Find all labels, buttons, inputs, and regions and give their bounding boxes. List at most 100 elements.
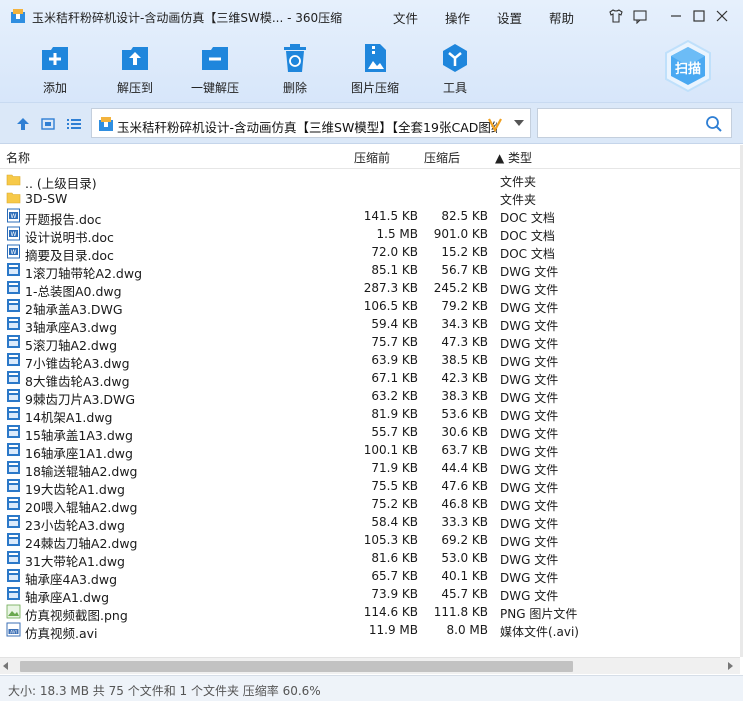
png-file-icon bbox=[6, 604, 21, 619]
file-row[interactable]: 5滚刀轴A2.dwg 75.7 KB 47.3 KB DWG 文件 bbox=[0, 333, 740, 353]
svg-text:W: W bbox=[11, 213, 17, 220]
favorite-icon[interactable] bbox=[487, 116, 503, 132]
title-bar[interactable]: 玉米秸秆粉碎机设计-含动画仿真【三维SW模... - 360压缩 文件 操作 设… bbox=[0, 0, 743, 32]
file-row[interactable]: 2轴承盖A3.DWG 106.5 KB 79.2 KB DWG 文件 bbox=[0, 297, 740, 317]
dwg-file-icon bbox=[6, 316, 21, 331]
maximize-button[interactable] bbox=[689, 6, 709, 26]
file-type: DWG 文件 bbox=[500, 589, 559, 603]
file-type: 文件夹 bbox=[500, 175, 537, 189]
scroll-right-arrow-icon[interactable] bbox=[728, 662, 733, 670]
folder-icon bbox=[6, 172, 21, 187]
file-packed-size: 40.1 KB bbox=[441, 569, 488, 583]
delete-button[interactable]: 删除 bbox=[257, 40, 333, 96]
file-row[interactable]: 15轴承盖1A3.dwg 55.7 KB 30.6 KB DWG 文件 bbox=[0, 423, 740, 443]
minimize-button[interactable] bbox=[666, 6, 686, 26]
dwg-file-icon bbox=[6, 370, 21, 385]
file-row[interactable]: 轴承座A1.dwg 73.9 KB 45.7 KB DWG 文件 bbox=[0, 585, 740, 605]
dwg-file-icon bbox=[6, 460, 21, 475]
svg-text:AVI: AVI bbox=[10, 629, 17, 634]
file-row[interactable]: 18输送辊轴A2.dwg 71.9 KB 44.4 KB DWG 文件 bbox=[0, 459, 740, 479]
file-row[interactable]: W 设计说明书.doc 1.5 MB 901.0 KB DOC 文档 bbox=[0, 225, 740, 245]
column-size-header[interactable]: 压缩前 bbox=[354, 149, 390, 166]
dwg-file-icon bbox=[6, 262, 21, 277]
dwg-file-icon bbox=[6, 280, 21, 295]
menu-file[interactable]: 文件 bbox=[393, 8, 418, 27]
menu-operate[interactable]: 操作 bbox=[445, 8, 470, 27]
extract-to-icon bbox=[122, 47, 148, 70]
file-type: 文件夹 bbox=[500, 193, 537, 207]
close-button[interactable] bbox=[712, 6, 732, 26]
image-compress-label: 图片压缩 bbox=[350, 81, 399, 95]
file-row[interactable]: 16轴承座1A1.dwg 100.1 KB 63.7 KB DWG 文件 bbox=[0, 441, 740, 461]
file-row[interactable]: 9棘齿刀片A3.DWG 63.2 KB 38.3 KB DWG 文件 bbox=[0, 387, 740, 407]
file-row[interactable]: 3轴承座A3.dwg 59.4 KB 34.3 KB DWG 文件 bbox=[0, 315, 740, 335]
tools-icon bbox=[443, 44, 467, 72]
dwg-file-icon bbox=[6, 514, 21, 529]
file-packed-size: 111.8 KB bbox=[433, 605, 488, 619]
archive-icon bbox=[99, 117, 113, 131]
file-row[interactable]: W 摘要及目录.doc 72.0 KB 15.2 KB DOC 文档 bbox=[0, 243, 740, 263]
column-type-header[interactable]: ▲ 类型 bbox=[495, 149, 532, 166]
path-input[interactable]: 玉米秸秆粉碎机设计-含动画仿真【三维SW模型】【全套19张CAD图纸】 bbox=[91, 108, 531, 138]
file-row[interactable]: 31大带轮A1.dwg 81.6 KB 53.0 KB DWG 文件 bbox=[0, 549, 740, 569]
file-packed-size: 42.3 KB bbox=[441, 371, 488, 385]
minimize-icon bbox=[671, 15, 681, 17]
search-icon[interactable] bbox=[705, 115, 723, 133]
file-type: 媒体文件(.avi) bbox=[500, 625, 579, 639]
file-type: DWG 文件 bbox=[500, 409, 559, 423]
thumbnail-view-icon[interactable] bbox=[40, 116, 56, 132]
scan-label: 扫描 bbox=[674, 62, 701, 77]
menu-help[interactable]: 帮助 bbox=[549, 8, 574, 27]
column-name-header[interactable]: 名称 bbox=[6, 149, 30, 166]
file-type: DWG 文件 bbox=[500, 319, 559, 333]
list-header: 名称 压缩前 压缩后 ▲ 类型 bbox=[0, 145, 740, 169]
file-type: DWG 文件 bbox=[500, 463, 559, 477]
scroll-left-arrow-icon[interactable] bbox=[3, 662, 8, 670]
dwg-file-icon bbox=[6, 496, 21, 511]
close-icon bbox=[716, 10, 728, 22]
file-packed-size: 63.7 KB bbox=[441, 443, 488, 457]
file-row[interactable]: 23小齿轮A3.dwg 58.4 KB 33.3 KB DWG 文件 bbox=[0, 513, 740, 533]
column-packed-header[interactable]: 压缩后 bbox=[424, 149, 460, 166]
file-row[interactable]: 20喂入辊轴A2.dwg 75.2 KB 46.8 KB DWG 文件 bbox=[0, 495, 740, 515]
chevron-down-icon[interactable] bbox=[513, 118, 525, 128]
up-arrow-icon[interactable] bbox=[15, 116, 31, 132]
file-packed-size: 38.3 KB bbox=[441, 389, 488, 403]
file-row[interactable]: 1滚刀轴带轮A2.dwg 85.1 KB 56.7 KB DWG 文件 bbox=[0, 261, 740, 281]
path-text: 玉米秸秆粉碎机设计-含动画仿真【三维SW模型】【全套19张CAD图纸】 bbox=[117, 120, 497, 135]
list-view-icon[interactable] bbox=[66, 116, 82, 132]
file-row[interactable]: 14机架A1.dwg 81.9 KB 53.6 KB DWG 文件 bbox=[0, 405, 740, 425]
file-row[interactable]: 24棘齿刀轴A2.dwg 105.3 KB 69.2 KB DWG 文件 bbox=[0, 531, 740, 551]
address-bar: 玉米秸秆粉碎机设计-含动画仿真【三维SW模型】【全套19张CAD图纸】 bbox=[0, 102, 743, 144]
file-packed-size: 44.4 KB bbox=[441, 461, 488, 475]
menu-settings[interactable]: 设置 bbox=[497, 8, 522, 27]
dwg-file-icon bbox=[6, 406, 21, 421]
image-compress-button[interactable]: 图片压缩 bbox=[337, 40, 413, 96]
file-row[interactable]: AVI 仿真视频.avi 11.9 MB 8.0 MB 媒体文件(.avi) bbox=[0, 621, 740, 641]
skin-button[interactable] bbox=[606, 6, 626, 26]
add-button[interactable]: 添加 bbox=[17, 40, 93, 96]
file-row[interactable]: 仿真视频截图.png 114.6 KB 111.8 KB PNG 图片文件 bbox=[0, 603, 740, 623]
scrollbar-thumb[interactable] bbox=[20, 661, 573, 672]
file-packed-size: 53.6 KB bbox=[441, 407, 488, 421]
search-input[interactable] bbox=[537, 108, 732, 138]
feedback-button[interactable] bbox=[630, 6, 650, 26]
file-row[interactable]: W 开题报告.doc 141.5 KB 82.5 KB DOC 文档 bbox=[0, 207, 740, 227]
file-row[interactable]: 8大锥齿轮A3.dwg 67.1 KB 42.3 KB DWG 文件 bbox=[0, 369, 740, 389]
file-row[interactable]: 轴承座4A3.dwg 65.7 KB 40.1 KB DWG 文件 bbox=[0, 567, 740, 587]
svg-text:W: W bbox=[11, 231, 17, 238]
file-packed-size: 56.7 KB bbox=[441, 263, 488, 277]
file-packed-size: 79.2 KB bbox=[441, 299, 488, 313]
scan-button[interactable]: 扫描 bbox=[660, 38, 716, 94]
dwg-file-icon bbox=[6, 334, 21, 349]
extract-to-button[interactable]: 解压到 bbox=[97, 40, 173, 96]
file-row[interactable]: 3D-SW 文件夹 bbox=[0, 189, 740, 207]
file-row[interactable]: 19大齿轮A1.dwg 75.5 KB 47.6 KB DWG 文件 bbox=[0, 477, 740, 497]
one-click-extract-button[interactable]: 一键解压 bbox=[177, 40, 253, 96]
horizontal-scrollbar[interactable] bbox=[0, 657, 740, 674]
tools-button[interactable]: 工具 bbox=[417, 40, 493, 96]
file-row[interactable]: 7小锥齿轮A3.dwg 63.9 KB 38.5 KB DWG 文件 bbox=[0, 351, 740, 371]
file-packed-size: 15.2 KB bbox=[441, 245, 488, 259]
file-row[interactable]: 1-总装图A0.dwg 287.3 KB 245.2 KB DWG 文件 bbox=[0, 279, 740, 299]
file-row[interactable]: .. (上级目录) 文件夹 bbox=[0, 171, 740, 191]
